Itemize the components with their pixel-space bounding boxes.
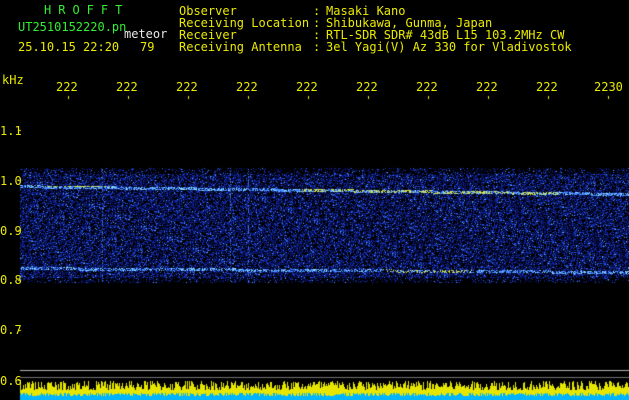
y-tick-label: 0.8: [0, 273, 22, 287]
waterfall-spectrogram: [0, 0, 629, 400]
antenna-label: Receiving Antenna: [179, 40, 302, 54]
antenna-colon: :: [313, 40, 321, 54]
brand-logo: HROFFT: [44, 3, 130, 17]
x-tick-label: 2230: [594, 80, 623, 94]
y-tick-label: 1.1: [0, 124, 22, 138]
x-tick-label: 222: [416, 80, 438, 94]
mode-label: meteor: [124, 27, 168, 41]
datetime-label: 25.10.15 22:20: [18, 40, 120, 54]
count-label: 79: [140, 40, 155, 54]
x-tick-label: 222: [176, 80, 198, 94]
y-tick-label: 0.6: [0, 374, 22, 388]
y-tick-label: 0.7: [0, 323, 22, 337]
filename-label: UT2510152220.pn: [18, 20, 127, 34]
y-tick-label: 1.0: [0, 174, 22, 188]
x-tick-label: 222: [296, 80, 318, 94]
x-tick-label: 222: [536, 80, 558, 94]
y-tick-label: 0.9: [0, 224, 22, 238]
x-tick-label: 222: [476, 80, 498, 94]
unit-label: kHz: [2, 73, 24, 87]
x-tick-label: 222: [116, 80, 138, 94]
x-tick-label: 222: [356, 80, 378, 94]
x-tick-label: 222: [236, 80, 258, 94]
antenna-value: 3el Yagi(V) Az 330 for Vladivostok: [326, 40, 572, 54]
x-tick-label: 222: [56, 80, 78, 94]
